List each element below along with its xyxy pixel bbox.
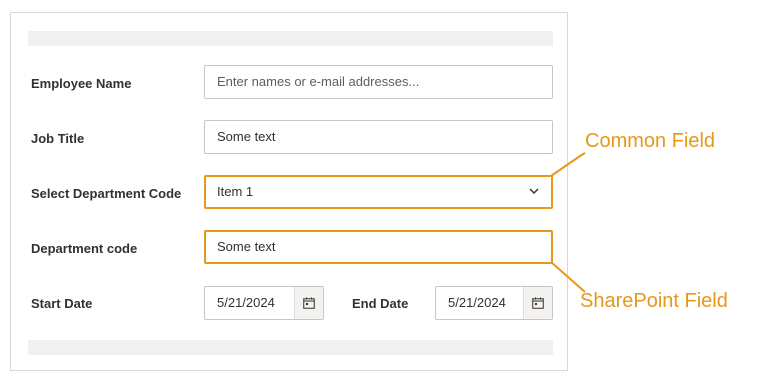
callout-connectors bbox=[550, 152, 586, 293]
common-field-callout: Common Field bbox=[585, 130, 716, 152]
sharepoint-field-connector bbox=[550, 261, 586, 293]
sharepoint-field-callout: SharePoint Field bbox=[580, 290, 728, 312]
common-field-connector bbox=[550, 152, 586, 177]
